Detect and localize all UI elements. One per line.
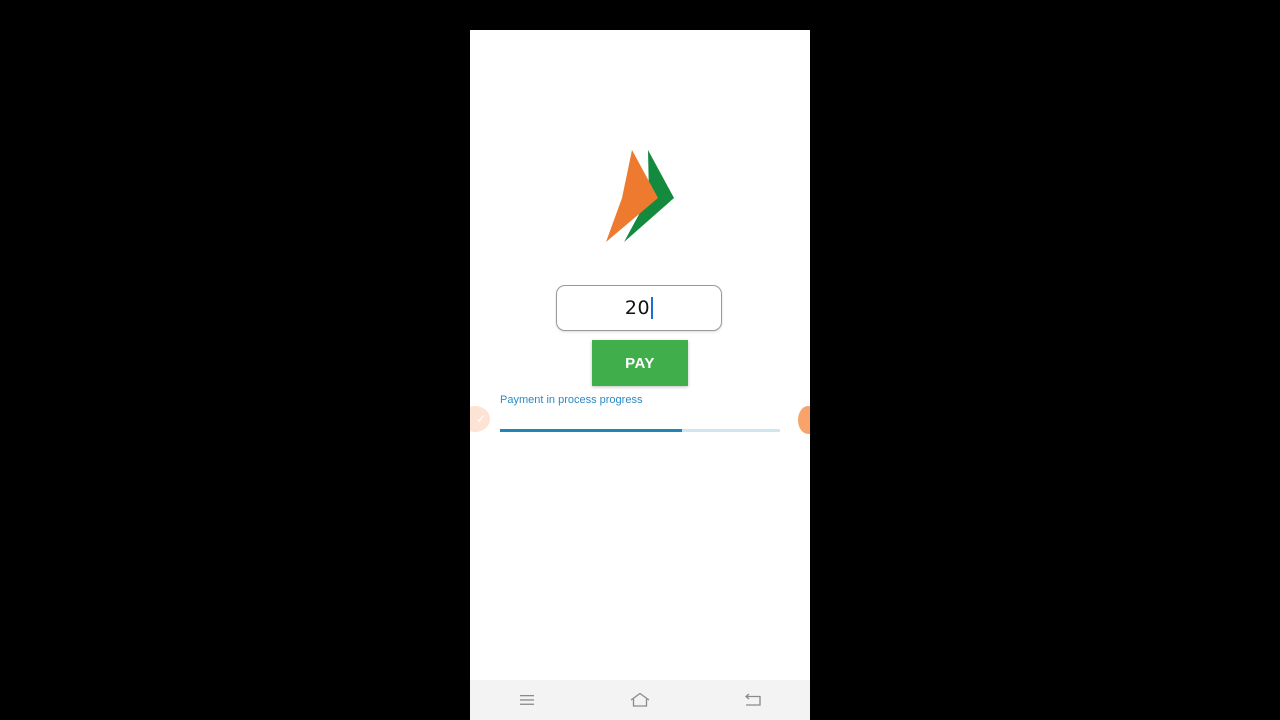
amount-value: 20 <box>624 297 651 319</box>
floating-check-bubble[interactable]: ✓ <box>470 406 490 432</box>
floating-side-bubble[interactable] <box>798 406 810 434</box>
home-icon <box>630 692 650 707</box>
bhim-logo-icon <box>606 150 674 242</box>
nav-menu-button[interactable] <box>507 685 547 715</box>
app-screen: 20 PAY Payment in process progress ✓ <box>470 30 810 720</box>
progress-bar <box>500 429 780 432</box>
text-cursor <box>651 297 654 319</box>
nav-home-button[interactable] <box>620 685 660 715</box>
amount-input[interactable]: 20 <box>556 285 722 331</box>
menu-icon <box>519 695 534 705</box>
pay-button[interactable]: PAY <box>592 340 688 386</box>
bhim-logo <box>604 148 676 244</box>
progress-label: Payment in process progress <box>500 394 643 406</box>
progress-bar-fill <box>500 429 682 432</box>
system-nav-bar <box>470 680 810 720</box>
nav-back-button[interactable] <box>733 685 773 715</box>
check-icon: ✓ <box>475 412 486 426</box>
back-icon <box>745 693 761 706</box>
